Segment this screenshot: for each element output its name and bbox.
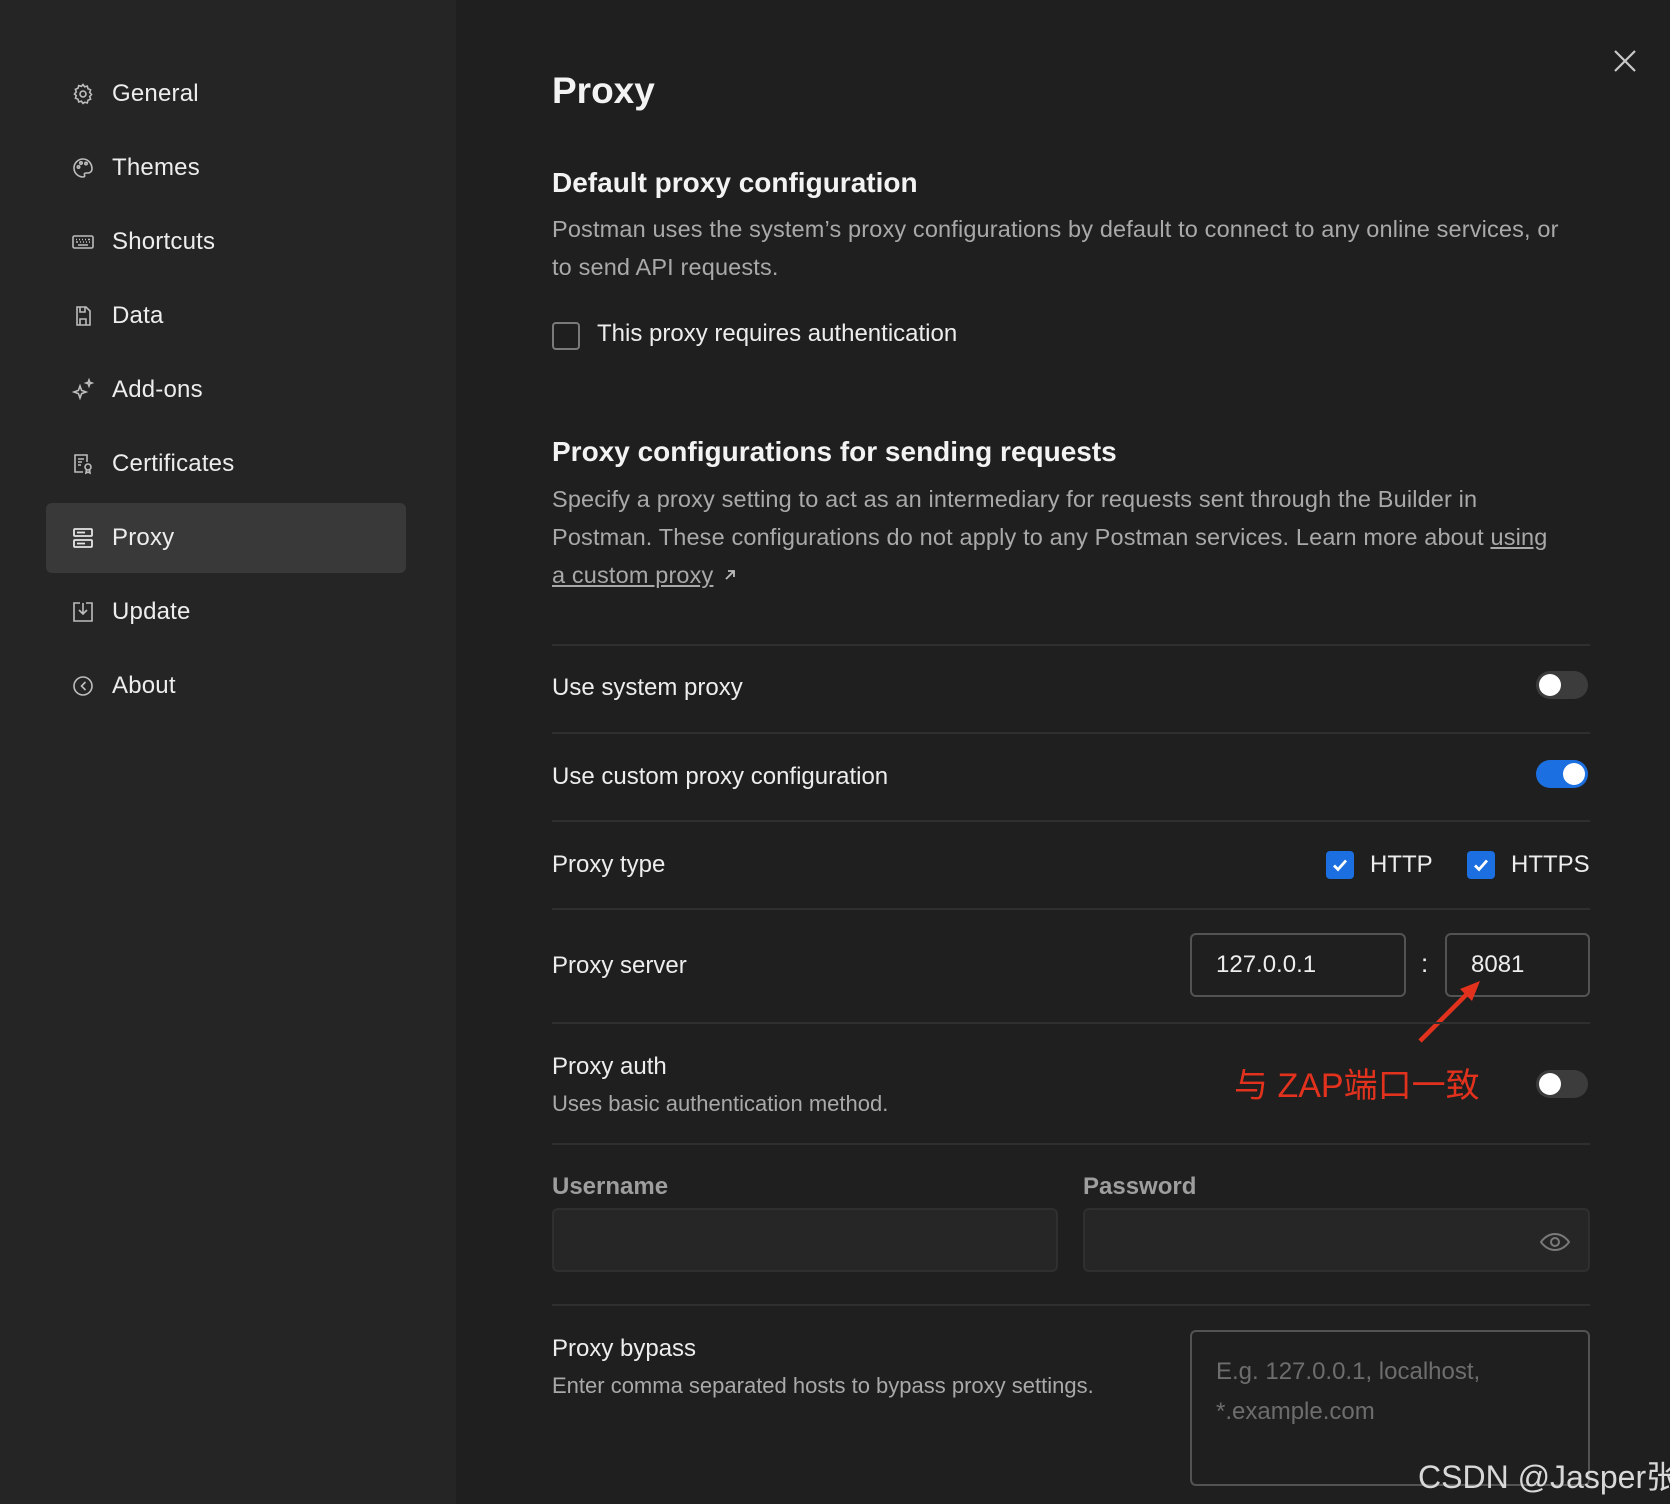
request-proxy-description-text: Specify a proxy setting to act as an int… bbox=[552, 486, 1491, 550]
http-checkbox[interactable] bbox=[1326, 851, 1354, 879]
https-label: HTTPS bbox=[1511, 851, 1590, 878]
default-proxy-description: Postman uses the system’s proxy configur… bbox=[552, 216, 1559, 280]
server-icon bbox=[70, 525, 96, 551]
certificate-icon bbox=[70, 451, 96, 477]
sidebar-item-label: Data bbox=[112, 302, 164, 329]
proxy-server-label: Proxy server bbox=[552, 952, 687, 979]
auth-required-label: This proxy requires authentication bbox=[597, 320, 958, 347]
sidebar-item-data[interactable]: Data bbox=[46, 281, 406, 351]
divider bbox=[552, 820, 1590, 822]
system-proxy-toggle[interactable] bbox=[1536, 671, 1588, 699]
username-input[interactable] bbox=[552, 1208, 1058, 1272]
sidebar-item-themes[interactable]: Themes bbox=[46, 133, 406, 203]
divider bbox=[552, 1143, 1590, 1145]
http-label: HTTP bbox=[1370, 851, 1433, 878]
palette-icon bbox=[70, 155, 96, 181]
annotation-text: 与 ZAP端口一致 bbox=[1234, 1067, 1480, 1105]
close-button[interactable] bbox=[1608, 44, 1642, 78]
save-icon bbox=[70, 303, 96, 329]
request-proxy-description: Specify a proxy setting to act as an int… bbox=[552, 480, 1562, 594]
checkmark-icon bbox=[1474, 859, 1489, 872]
external-link-icon bbox=[721, 557, 739, 580]
divider bbox=[552, 908, 1590, 910]
toggle-knob bbox=[1539, 674, 1561, 696]
download-icon bbox=[70, 599, 96, 625]
gear-icon bbox=[70, 81, 96, 107]
annotation-arrow-icon bbox=[1418, 981, 1480, 1043]
sidebar-item-add-ons[interactable]: Add-ons bbox=[46, 355, 406, 425]
proxy-auth-toggle[interactable] bbox=[1536, 1070, 1588, 1098]
page-title: Proxy bbox=[552, 70, 655, 111]
custom-proxy-label: Use custom proxy configuration bbox=[552, 763, 889, 790]
sidebar-item-label: Shortcuts bbox=[112, 228, 216, 255]
system-proxy-label: Use system proxy bbox=[552, 674, 743, 701]
custom-proxy-toggle[interactable] bbox=[1536, 760, 1588, 788]
proxy-auth-label: Proxy auth bbox=[552, 1053, 667, 1080]
username-label: Username bbox=[552, 1173, 669, 1200]
sidebar-item-label: Certificates bbox=[112, 450, 235, 477]
bypass-placeholder-line: E.g. 127.0.0.1, localhost, bbox=[1216, 1358, 1481, 1385]
proxy-type-label: Proxy type bbox=[552, 851, 666, 878]
postman-icon bbox=[70, 673, 96, 699]
proxy-bypass-description: Enter comma separated hosts to bypass pr… bbox=[552, 1373, 1094, 1398]
sidebar-item-label: About bbox=[112, 672, 176, 699]
request-proxy-heading: Proxy configurations for sending request… bbox=[552, 436, 1117, 467]
sidebar-item-about[interactable]: About bbox=[46, 651, 406, 721]
proxy-auth-description: Uses basic authentication method. bbox=[552, 1091, 889, 1116]
proxy-bypass-label: Proxy bypass bbox=[552, 1335, 697, 1362]
sidebar-item-label: Proxy bbox=[112, 524, 175, 551]
password-input[interactable] bbox=[1083, 1208, 1590, 1272]
sidebar-item-label: Themes bbox=[112, 154, 200, 181]
sidebar-item-shortcuts[interactable]: Shortcuts bbox=[46, 207, 406, 277]
sidebar-item-proxy[interactable]: Proxy bbox=[46, 503, 406, 573]
sidebar-item-label: General bbox=[112, 80, 199, 107]
bypass-placeholder-line: *.example.com bbox=[1216, 1398, 1375, 1425]
keyboard-icon bbox=[70, 229, 96, 255]
sidebar-item-certificates[interactable]: Certificates bbox=[46, 429, 406, 499]
eye-icon[interactable] bbox=[1538, 1225, 1572, 1259]
divider bbox=[552, 1022, 1590, 1024]
settings-sidebar: General Themes Shortcuts Data Add-ons Ce… bbox=[0, 0, 456, 1504]
sidebar-item-update[interactable]: Update bbox=[46, 577, 406, 647]
checkmark-icon bbox=[1333, 859, 1348, 872]
proxy-host-input[interactable]: 127.0.0.1 bbox=[1190, 933, 1406, 997]
divider bbox=[552, 644, 1590, 646]
password-label: Password bbox=[1083, 1173, 1197, 1200]
auth-required-checkbox[interactable] bbox=[552, 322, 580, 350]
sidebar-item-label: Add-ons bbox=[112, 376, 203, 403]
sparkle-icon bbox=[70, 377, 96, 403]
toggle-knob bbox=[1539, 1073, 1561, 1095]
toggle-knob bbox=[1563, 763, 1585, 785]
sidebar-item-label: Update bbox=[112, 598, 191, 625]
default-proxy-heading: Default proxy configuration bbox=[552, 167, 918, 198]
divider bbox=[552, 1304, 1590, 1306]
sidebar-item-general[interactable]: General bbox=[46, 59, 406, 129]
watermark: CSDN @Jasper张 bbox=[1418, 1459, 1670, 1495]
close-icon bbox=[1614, 50, 1636, 72]
divider bbox=[552, 732, 1590, 734]
https-checkbox[interactable] bbox=[1467, 851, 1495, 879]
